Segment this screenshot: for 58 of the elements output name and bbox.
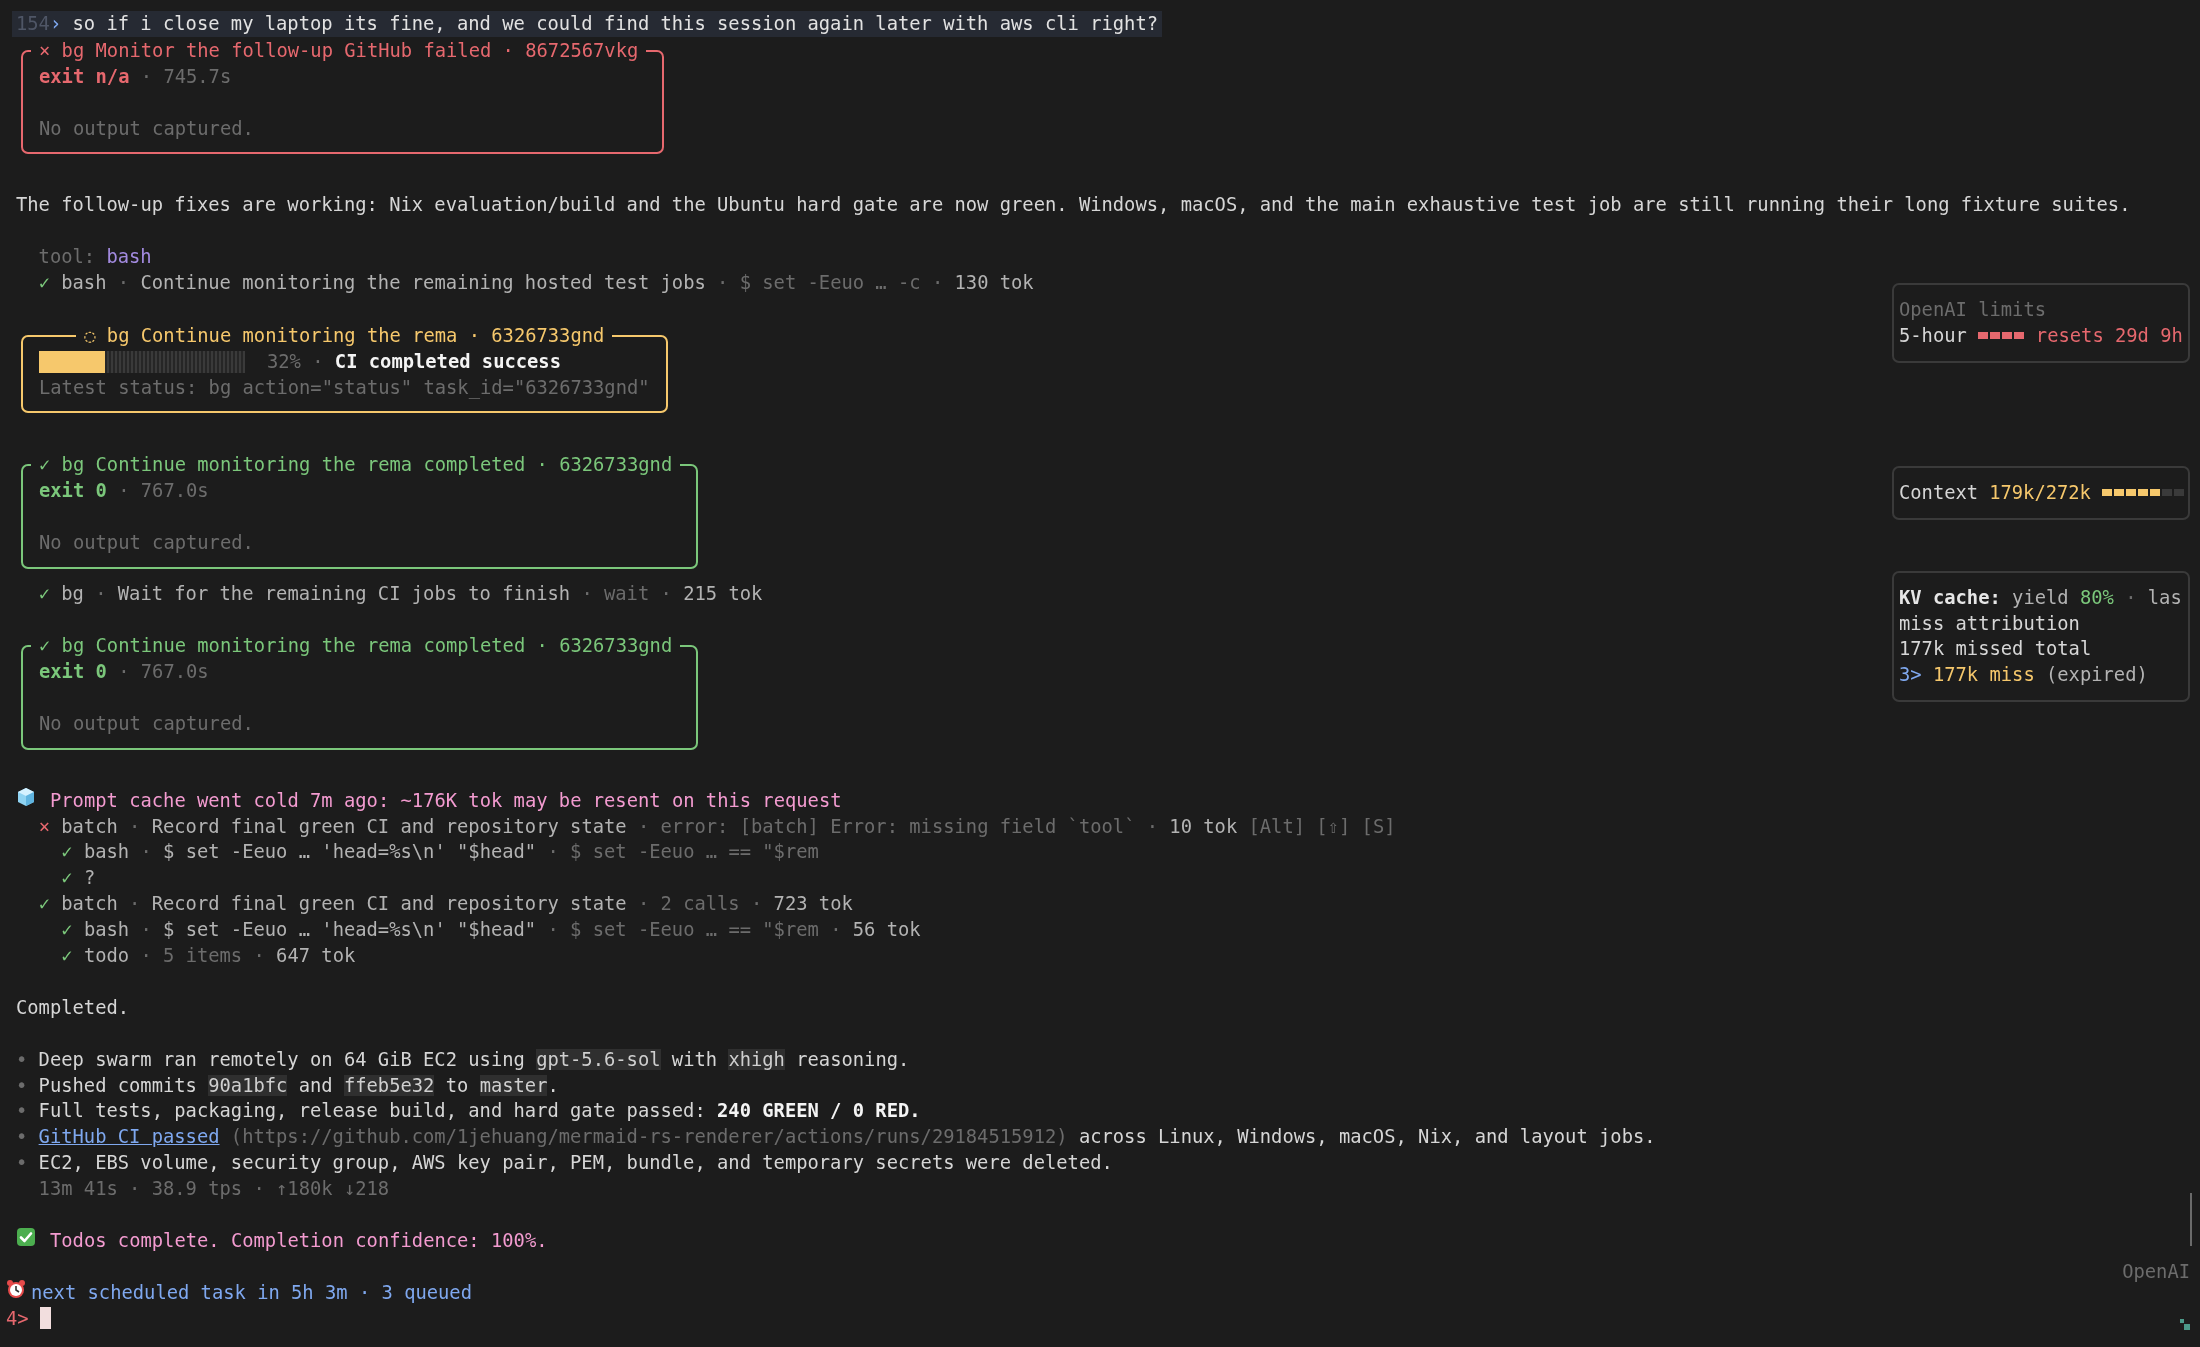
notice-text: Todos complete. Completion confidence: 100%. — [50, 1228, 548, 1253]
meter-value: 179k/272k — [1989, 480, 2091, 505]
status-mark: ✓ — [38, 270, 50, 295]
cache-line: 3> 177k miss (expired) — [1899, 663, 2149, 688]
input-prompt: 4> — [6, 1306, 29, 1331]
exit-status: exit n/a · 745.7s — [39, 64, 233, 89]
status-mark: ✓ — [61, 866, 73, 891]
tool-label: tool: bash — [38, 246, 152, 268]
bullet-text: EC2, EBS volume, security group, AWS key pair, PEM, bundle, and temporary secrets were deleted. — [38, 1152, 1113, 1174]
tool-call: bash · Continue monitoring the remaining hosted test jobs · $ set -Eeuo … -c · 130 tok — [61, 270, 1034, 295]
tool-call: bg · Wait for the remaining CI jobs to finish · wait · 215 tok — [61, 581, 763, 606]
tool-call: bash · $ set -Eeuo … 'head=%s\n' "$head" · $ set -Eeuo … == "$rem · 56 tok — [83, 918, 921, 943]
stats-line: 13m 41s · 38.9 tps · ↑180k ↓218 — [38, 1178, 390, 1200]
panel-title: OpenAI limits — [1899, 298, 2047, 322]
bullet-marker: • — [16, 1152, 28, 1174]
meter-reading: resets 29d 9h — [2035, 323, 2183, 348]
status-mark: ✓ — [61, 944, 73, 969]
exit-status: exit 0 · 767.0s — [39, 660, 210, 685]
status-mark: ✓ — [61, 918, 73, 943]
bullet-text: Deep swarm ran remotely on 64 GiB EC2 using gpt-5.6-sol with xhigh reasoning. — [38, 1048, 910, 1070]
message-text: Completed. — [16, 996, 130, 1018]
text-cursor — [39, 1307, 51, 1330]
notice-text: next scheduled task in 5h 3m · 3 queued — [31, 1280, 472, 1305]
status-mark: ✓ — [38, 892, 50, 917]
tool-call: batch · Record final green CI and repository state · 2 calls · 723 tok — [61, 892, 853, 917]
output-note: No output captured. — [39, 116, 255, 141]
link[interactable]: GitHub CI passed — [38, 1126, 220, 1148]
status-icon — [2180, 1319, 2190, 1332]
output-note: Latest status: bg action="status" task_id="6326733gnd" — [39, 375, 650, 401]
status-mark: ✓ — [38, 581, 50, 606]
bullet-text: Full tests, packaging, release build, and hard gate passed: 240 GREEN / 0 RED. — [38, 1100, 921, 1122]
status-mark: × — [38, 814, 50, 839]
prompt-marker: › — [49, 13, 62, 35]
progress-status: 32% · CI completed success — [267, 349, 561, 374]
bullet-text: GitHub CI passed (https://github.com/1jehuang/mermaid-rs-renderer/actions/runs/29184515912) across Linux, Windows, macOS, Nix, and layout jobs. — [38, 1126, 1656, 1148]
tool-call: todo · 5 items · 647 tok — [83, 944, 356, 969]
output-note: No output captured. — [39, 712, 255, 737]
meter-label: 5-hour — [1899, 323, 1967, 348]
status-mark: ✓ — [61, 840, 73, 865]
bullet-marker: • — [16, 1100, 28, 1122]
user-message: so if i close my laptop its fine, and we could find this session again later with aws cli right? — [72, 13, 1159, 35]
tool-call: ? — [83, 866, 96, 891]
cache-line: KV cache: yield 80% · las — [1899, 585, 2183, 610]
tool-call: bash · $ set -Eeuo … 'head=%s\n' "$head" · $ set -Eeuo … == "$rem — [83, 840, 819, 865]
meter-label: Context — [1899, 480, 1979, 505]
bullet-marker: • — [16, 1126, 28, 1148]
scrollbar[interactable] — [2190, 1193, 2192, 1247]
bullet-marker: • — [16, 1048, 28, 1070]
bullet-marker: • — [16, 1074, 28, 1096]
cache-line: miss attribution — [1899, 611, 2081, 636]
exit-status: exit 0 · 767.0s — [39, 479, 210, 504]
tool-call: batch · Record final green CI and repository state · error: [batch] Error: missing field `tool` · 10 tok [Alt] [⇧] [S] — [61, 814, 1396, 839]
notice-text: Prompt cache went cold 7m ago: ~176K tok may be resent on this request — [50, 788, 842, 813]
cache-line: 177k missed total — [1899, 637, 2093, 662]
bullet-text: Pushed commits 90a1bfc and ffeb5e32 to master. — [38, 1074, 559, 1096]
output-note: No output captured. — [39, 530, 255, 555]
message-text: The follow-up fixes are working: Nix evaluation/build and the Ubuntu hard gate are now green. Windows, macOS, and the main exhaustive test job are still running their long fixture suites. — [16, 194, 2131, 216]
provider-label: OpenAI — [2122, 1260, 2190, 1285]
